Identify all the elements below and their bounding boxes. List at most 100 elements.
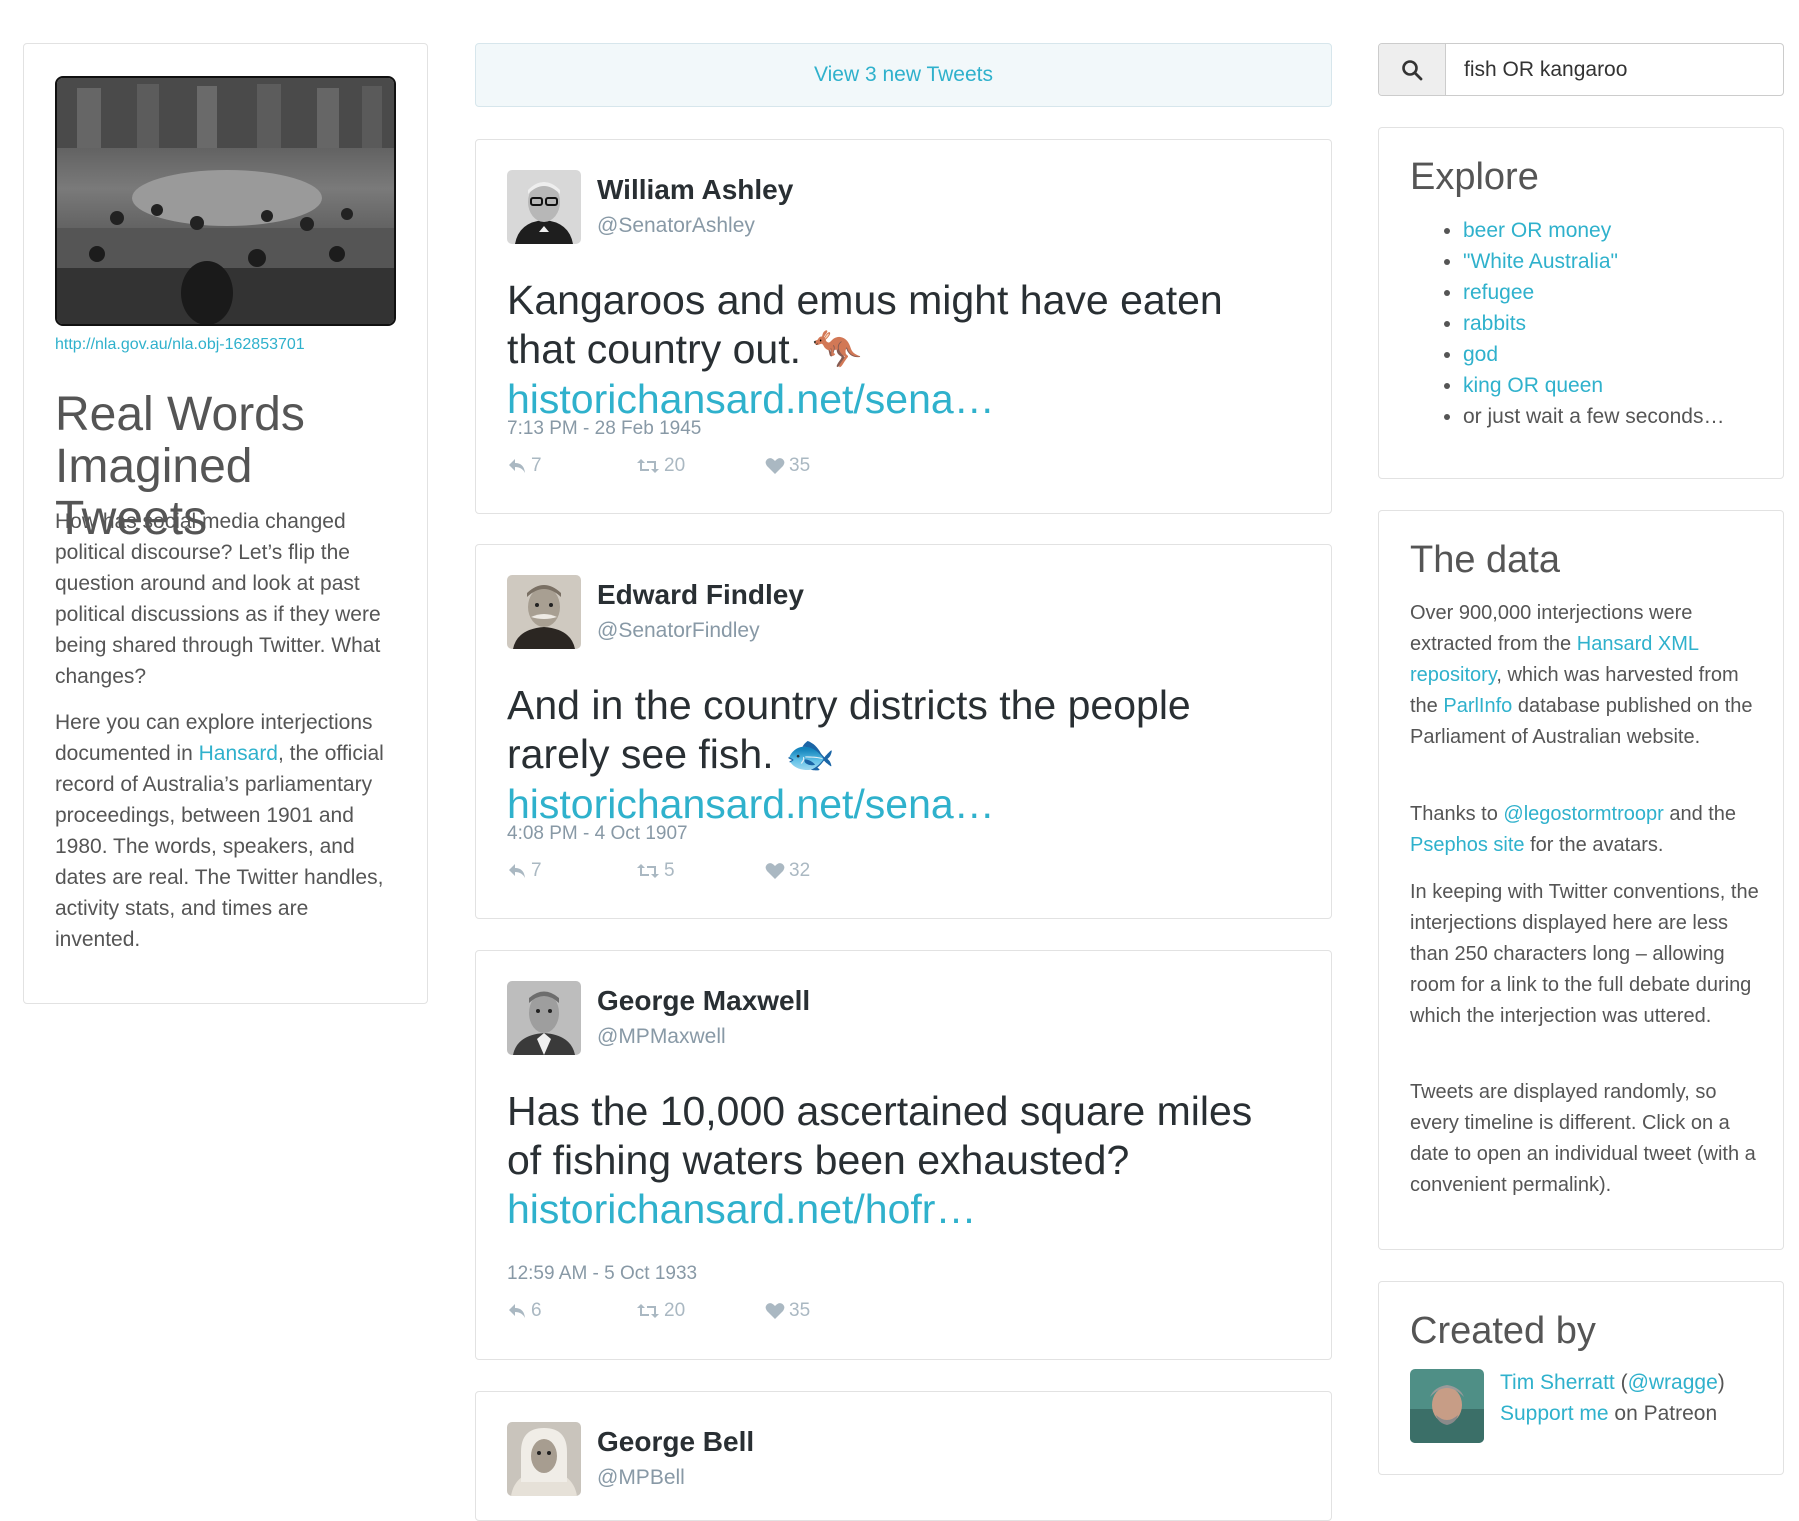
- creator-avatar[interactable]: [1410, 1369, 1484, 1443]
- tweet-link[interactable]: historichansard.net/sena…: [507, 376, 995, 422]
- like-button[interactable]: 32: [765, 860, 810, 882]
- heart-icon: [765, 458, 785, 474]
- explore-link[interactable]: rabbits: [1463, 312, 1526, 335]
- tweet-link[interactable]: historichansard.net/sena…: [507, 781, 995, 827]
- intro-paragraph-1: How has social media changed political d…: [55, 510, 381, 688]
- like-button[interactable]: 35: [765, 1300, 810, 1322]
- tweet-date[interactable]: 4:08 PM - 4 Oct 1907: [507, 823, 688, 845]
- tweet-author-name[interactable]: Edward Findley: [597, 579, 804, 611]
- explore-link[interactable]: god: [1463, 343, 1498, 366]
- list-item: or just wait a few seconds…: [1463, 401, 1724, 432]
- tweet-body: And in the country districts the people …: [507, 682, 1191, 777]
- tweet-author-name[interactable]: William Ashley: [597, 174, 793, 206]
- list-item: king OR queen: [1463, 370, 1724, 401]
- kangaroo-emoji: 🦘: [812, 328, 863, 372]
- retweet-count: 20: [664, 1300, 686, 1321]
- retweet-button[interactable]: 20: [636, 1300, 685, 1322]
- explore-list: beer OR money "White Australia" refugee …: [1441, 215, 1724, 432]
- retweet-button[interactable]: 5: [636, 860, 675, 882]
- reply-icon: [509, 864, 525, 878]
- avatar[interactable]: [507, 1422, 581, 1496]
- tweet-card: George Maxwell @MPMaxwell Has the 10,000…: [475, 950, 1332, 1360]
- explore-link[interactable]: beer OR money: [1463, 219, 1611, 242]
- data-paragraph-3: In keeping with Twitter conventions, the…: [1410, 881, 1759, 1027]
- explore-link[interactable]: refugee: [1463, 281, 1534, 304]
- support-link[interactable]: Support me: [1500, 1402, 1609, 1425]
- fish-emoji: 🐟: [785, 733, 835, 777]
- reply-icon: [509, 1304, 525, 1318]
- list-item: beer OR money: [1463, 215, 1724, 246]
- reply-button[interactable]: 6: [507, 1300, 542, 1322]
- reply-button[interactable]: 7: [507, 455, 542, 477]
- tweet-text: Has the 10,000 ascertained square miles …: [507, 1087, 1297, 1234]
- data-text: and the: [1663, 803, 1737, 825]
- like-count: 35: [789, 455, 811, 476]
- data-paragraph-1: Over 900,000 interjections were extracte…: [1410, 598, 1760, 753]
- search-box: [1378, 43, 1784, 96]
- about-panel: http://nla.gov.au/nla.obj-162853701 Real…: [23, 43, 428, 1004]
- tweet-card: William Ashley @SenatorAshley Kangaroos …: [475, 139, 1332, 514]
- tweet-actions: 7 5 32: [507, 860, 827, 884]
- heart-icon: [765, 1303, 785, 1319]
- creator-text: (: [1614, 1371, 1628, 1394]
- tweet-author-name[interactable]: George Maxwell: [597, 985, 810, 1017]
- hansard-link[interactable]: Hansard: [199, 742, 278, 765]
- tweet-link[interactable]: historichansard.net/hofr…: [507, 1186, 976, 1232]
- retweet-icon: [637, 459, 659, 473]
- list-item: rabbits: [1463, 308, 1724, 339]
- retweet-icon: [637, 864, 659, 878]
- like-count: 35: [789, 1300, 811, 1321]
- twitter-handle-link[interactable]: @wragge: [1628, 1371, 1718, 1394]
- data-text: for the avatars.: [1524, 834, 1664, 856]
- creator-line: Tim Sherratt (@wragge): [1500, 1367, 1725, 1398]
- creator-info: Tim Sherratt (@wragge) Support me on Pat…: [1500, 1367, 1725, 1429]
- tweet-text: And in the country districts the people …: [507, 681, 1297, 829]
- reply-icon: [509, 459, 525, 473]
- data-panel: The data Over 900,000 interjections were…: [1378, 510, 1784, 1250]
- support-line: Support me on Patreon: [1500, 1398, 1725, 1429]
- like-count: 32: [789, 860, 811, 881]
- heart-icon: [765, 863, 785, 879]
- like-button[interactable]: 35: [765, 455, 810, 477]
- psephos-link[interactable]: Psephos site: [1410, 834, 1525, 856]
- view-new-tweets-button[interactable]: View 3 new Tweets: [475, 43, 1332, 107]
- tweet-body: Kangaroos and emus might have eaten that…: [507, 277, 1223, 372]
- tweet-author-handle[interactable]: @MPMaxwell: [597, 1025, 726, 1049]
- retweet-count: 5: [664, 860, 675, 881]
- explore-link[interactable]: "White Australia": [1463, 250, 1618, 273]
- reply-count: 7: [531, 860, 542, 881]
- list-item: refugee: [1463, 277, 1724, 308]
- tweet-author-handle[interactable]: @MPBell: [597, 1466, 685, 1490]
- avatar[interactable]: [507, 575, 581, 649]
- parliament-photo: [55, 76, 396, 326]
- intro-text: , the official record of Australia’s par…: [55, 742, 384, 951]
- tweet-author-handle[interactable]: @SenatorAshley: [597, 214, 755, 238]
- tweet-card: George Bell @MPBell: [475, 1391, 1332, 1521]
- data-paragraph-4: Tweets are displayed randomly, so every …: [1410, 1081, 1756, 1196]
- search-input[interactable]: [1446, 44, 1781, 95]
- avatar[interactable]: [507, 170, 581, 244]
- tweet-actions: 6 20 35: [507, 1300, 827, 1324]
- retweet-icon: [637, 1304, 659, 1318]
- retweet-count: 20: [664, 455, 686, 476]
- creator-text: ): [1717, 1371, 1725, 1394]
- tweet-author-handle[interactable]: @SenatorFindley: [597, 619, 760, 643]
- legostormtroopr-link[interactable]: @legostormtroopr: [1503, 803, 1663, 825]
- tweet-body: Has the 10,000 ascertained square miles …: [507, 1088, 1253, 1183]
- tweet-text: Kangaroos and emus might have eaten that…: [507, 276, 1297, 424]
- explore-link[interactable]: king OR queen: [1463, 374, 1603, 397]
- retweet-button[interactable]: 20: [636, 455, 685, 477]
- data-text: Thanks to: [1410, 803, 1504, 825]
- search-button[interactable]: [1379, 44, 1446, 95]
- photo-source-link[interactable]: http://nla.gov.au/nla.obj-162853701: [55, 336, 305, 354]
- avatar[interactable]: [507, 981, 581, 1055]
- explore-title: Explore: [1410, 156, 1539, 198]
- created-title: Created by: [1410, 1310, 1596, 1352]
- tweet-date[interactable]: 7:13 PM - 28 Feb 1945: [507, 418, 701, 440]
- author-link[interactable]: Tim Sherratt: [1500, 1371, 1615, 1394]
- tweet-date[interactable]: 12:59 AM - 5 Oct 1933: [507, 1263, 697, 1285]
- tweet-author-name[interactable]: George Bell: [597, 1426, 754, 1458]
- parlinfo-link[interactable]: ParlInfo: [1443, 695, 1512, 717]
- list-item: god: [1463, 339, 1724, 370]
- reply-button[interactable]: 7: [507, 860, 542, 882]
